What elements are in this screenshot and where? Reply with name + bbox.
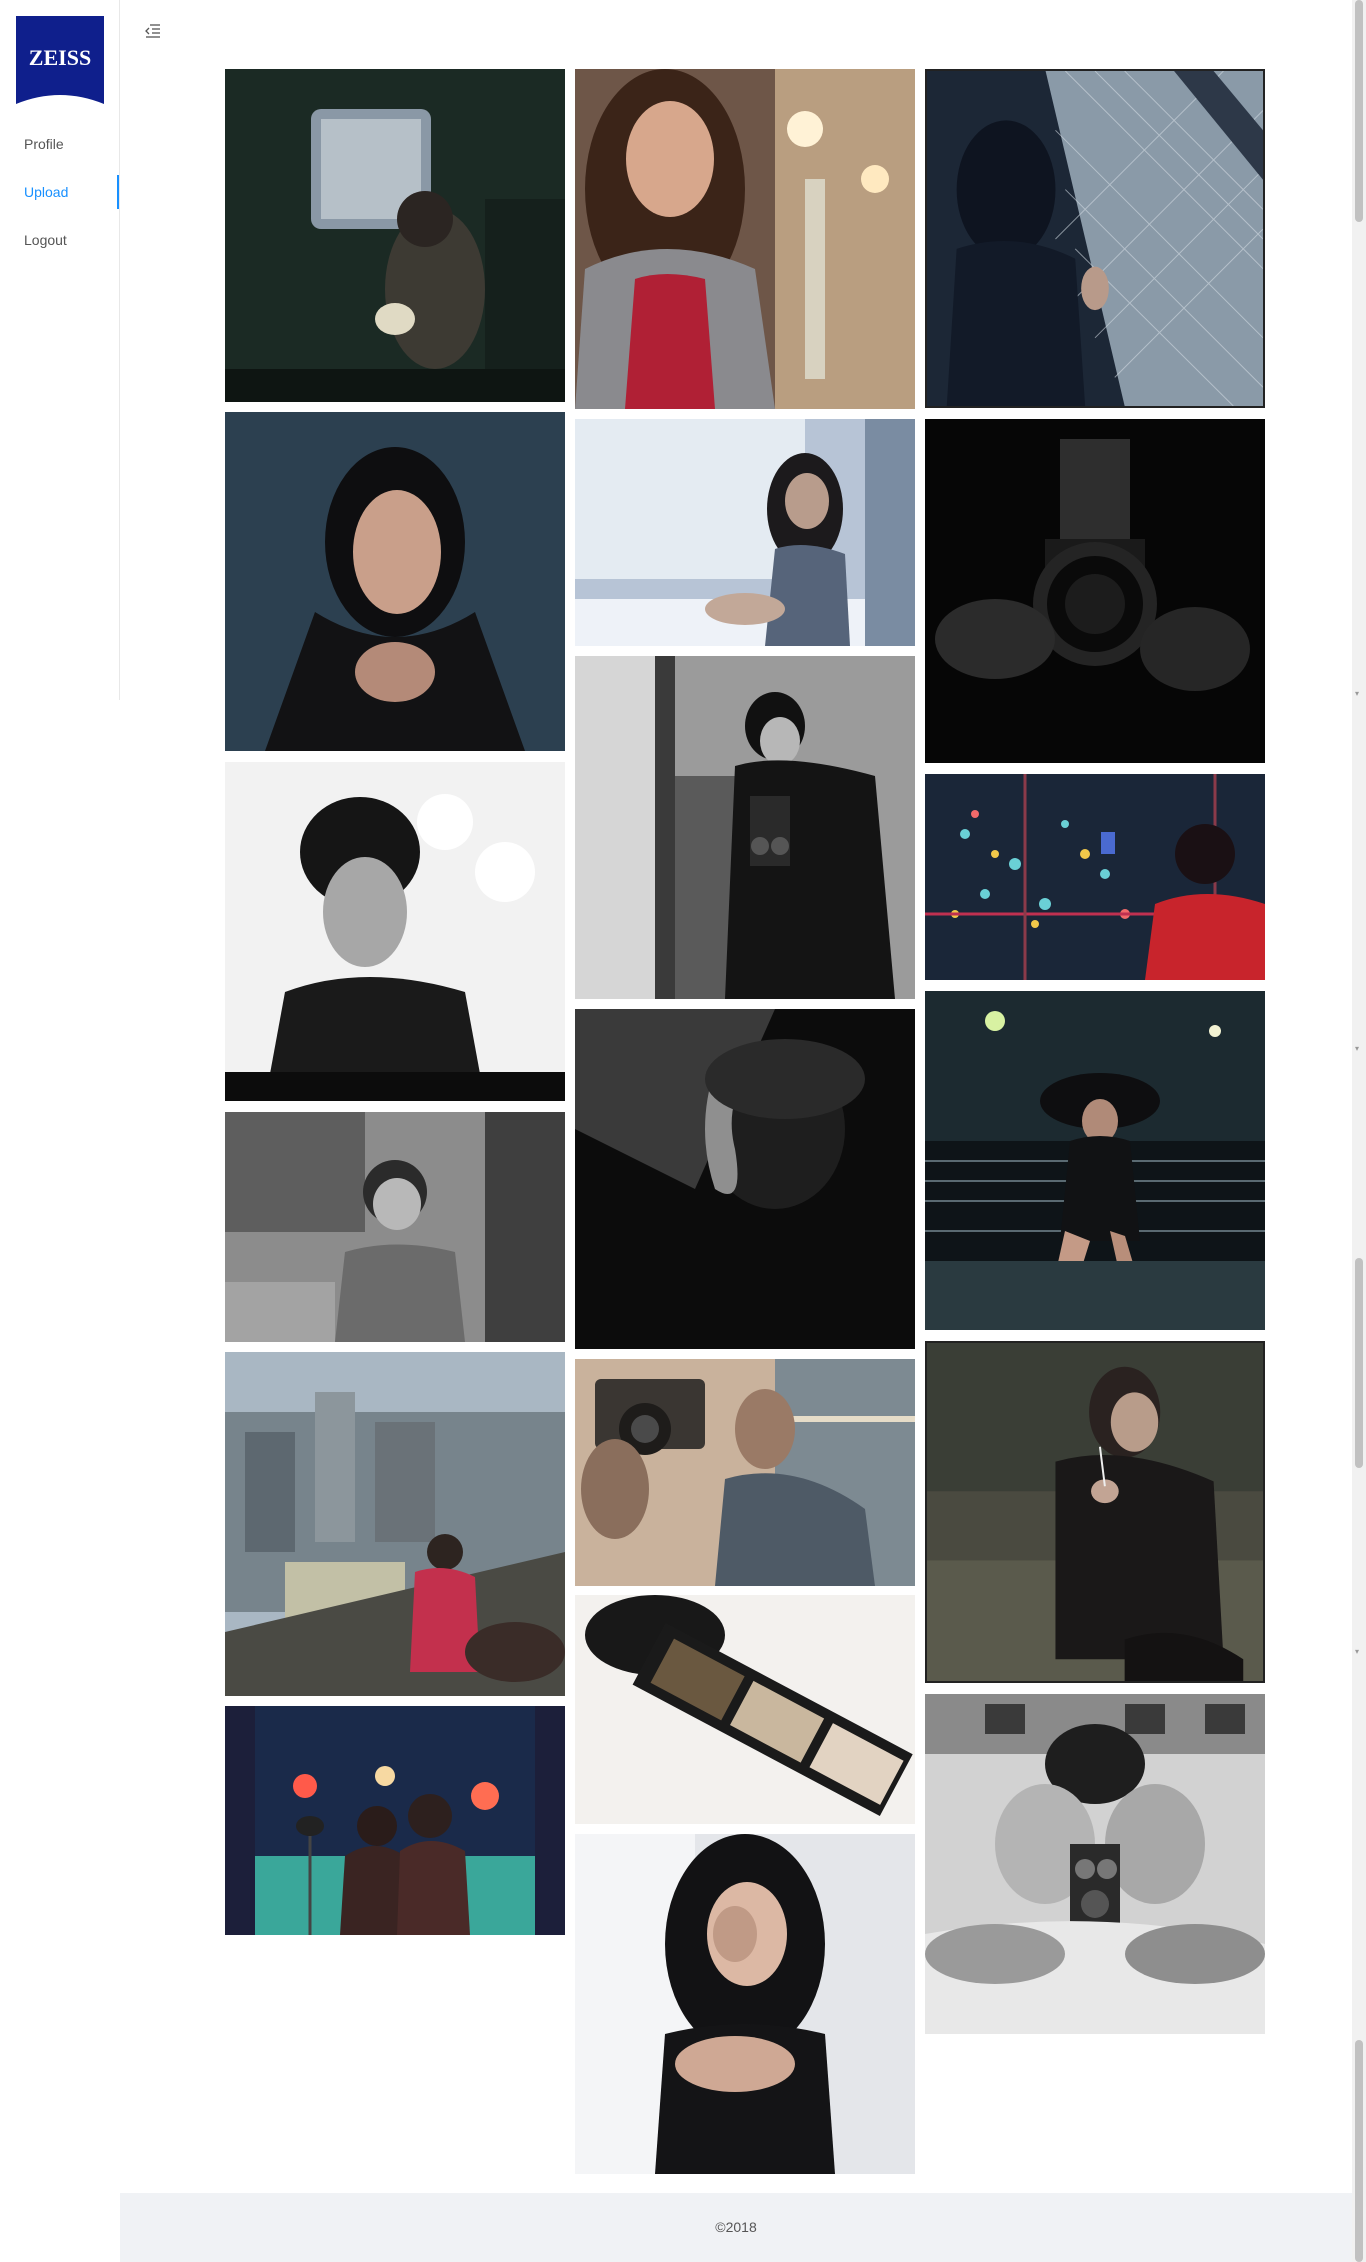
scroll-down-icon[interactable]: ▾ <box>1355 1648 1359 1656</box>
scrollbar-thumb[interactable] <box>1355 1258 1363 1468</box>
gallery-photo[interactable] <box>925 774 1265 980</box>
scroll-down-icon[interactable]: ▾ <box>1355 1045 1359 1053</box>
photo-image <box>575 1359 915 1586</box>
photo-image <box>225 1352 565 1696</box>
menu-fold-icon <box>145 24 160 38</box>
gallery-photo[interactable] <box>925 1694 1265 2034</box>
menu-fold-button[interactable] <box>144 22 162 40</box>
nav-item-label: Upload <box>24 184 69 200</box>
photo-image <box>927 71 1263 406</box>
nav-item-logout[interactable]: Logout <box>0 223 119 257</box>
gallery-photo[interactable] <box>575 1834 915 2174</box>
gallery-photo[interactable] <box>575 656 915 999</box>
copyright-text: ©2018 <box>715 2219 757 2235</box>
photo-image <box>925 1694 1265 2034</box>
photo-image <box>925 991 1265 1330</box>
photo-image <box>925 774 1265 980</box>
photo-image <box>575 656 915 999</box>
gallery-photo[interactable] <box>575 1595 915 1824</box>
nav-item-label: Profile <box>24 136 64 152</box>
photo-image <box>575 69 915 409</box>
footer: ©2018 <box>120 2193 1352 2262</box>
photo-image <box>225 762 565 1101</box>
gallery-photo[interactable] <box>225 69 565 402</box>
nav-item-label: Logout <box>24 232 67 248</box>
gallery-photo[interactable] <box>925 69 1265 408</box>
nav-item-profile[interactable]: Profile <box>0 127 119 161</box>
page-scrollbar[interactable]: ▾ ▾ ▾ <box>1352 0 1366 2262</box>
gallery-photo[interactable] <box>225 762 565 1101</box>
photo-image <box>225 69 565 402</box>
gallery-photo[interactable] <box>925 1341 1265 1683</box>
gallery-photo[interactable] <box>225 1352 565 1696</box>
zeiss-logo-mark: ZEISS <box>16 16 104 104</box>
gallery-photo[interactable] <box>225 1706 565 1935</box>
gallery-photo[interactable] <box>575 419 915 646</box>
nav-item-upload[interactable]: Upload <box>0 175 119 209</box>
logo-text: ZEISS <box>29 45 91 70</box>
photo-image <box>925 419 1265 763</box>
photo-image <box>575 1009 915 1349</box>
photo-image <box>225 412 565 751</box>
scrollbar-thumb[interactable] <box>1355 2040 1363 2262</box>
gallery-photo[interactable] <box>575 69 915 409</box>
sidebar: ZEISS Profile Upload Logout <box>0 0 120 700</box>
gallery-photo[interactable] <box>225 412 565 751</box>
scroll-down-icon[interactable]: ▾ <box>1355 690 1359 698</box>
photo-image <box>927 1343 1263 1681</box>
scrollbar-thumb[interactable] <box>1355 0 1363 222</box>
gallery-photo[interactable] <box>925 419 1265 763</box>
photo-image <box>225 1706 565 1935</box>
photo-image <box>225 1112 565 1342</box>
gallery-photo[interactable] <box>575 1359 915 1586</box>
gallery-photo[interactable] <box>225 1112 565 1342</box>
gallery-photo[interactable] <box>575 1009 915 1349</box>
photo-image <box>575 1834 915 2174</box>
photo-image <box>575 1595 915 1824</box>
zeiss-logo[interactable]: ZEISS <box>16 16 104 104</box>
gallery-photo[interactable] <box>925 991 1265 1330</box>
photo-image <box>575 419 915 646</box>
